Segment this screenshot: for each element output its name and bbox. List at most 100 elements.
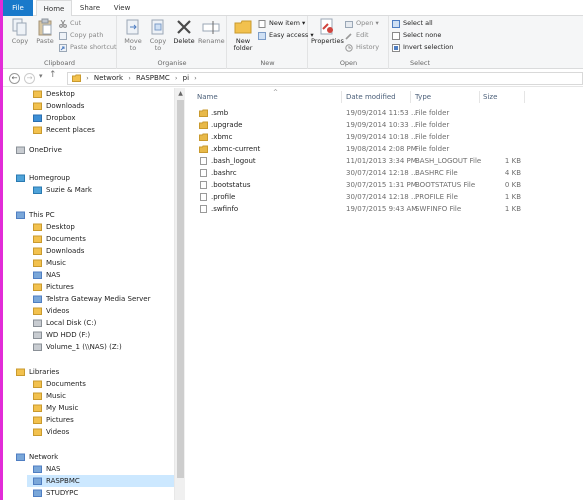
paste-button[interactable]: Paste [33, 18, 57, 45]
invert-selection-button[interactable]: Invert selection [392, 42, 453, 53]
navigation-scrollbar[interactable]: ▲ [174, 88, 185, 500]
history-button[interactable]: History [345, 42, 379, 53]
nav-item-label: WD HDD (F:) [46, 331, 91, 339]
properties-button[interactable]: Properties [311, 18, 344, 45]
file-name: .bash_logout [211, 157, 256, 165]
delete-button[interactable]: Delete [172, 18, 196, 45]
nav-item[interactable]: Music [27, 390, 174, 402]
column-divider[interactable] [341, 91, 342, 103]
nav-item-label: Libraries [29, 368, 60, 376]
nav-item[interactable]: Pictures [27, 414, 174, 426]
nav-item[interactable]: My Music [27, 402, 174, 414]
nav-item[interactable]: Libraries [10, 366, 174, 378]
nav-item[interactable]: Suzie & Mark [27, 184, 174, 196]
scroll-up-icon[interactable]: ▲ [175, 88, 186, 99]
nav-item[interactable]: Network [10, 451, 174, 463]
nav-item[interactable]: Telstra Gateway Media Server [27, 293, 174, 305]
file-row[interactable]: .xbmc-current 19/08/2014 2:08 PM File fold… [189, 143, 583, 155]
address-bar[interactable]: › Network › RASPBMC › pi › [67, 72, 583, 85]
file-row[interactable]: .profile 30/07/2014 12:18 ... PROFILE File… [189, 191, 583, 203]
easy-access-button[interactable]: Easy access ▾ [258, 30, 314, 41]
nav-item[interactable]: Music [27, 257, 174, 269]
move-to-button[interactable]: Move to [121, 18, 145, 52]
tab-home[interactable]: Home [36, 0, 72, 17]
nav-item[interactable]: Downloads [27, 100, 174, 112]
nav-item[interactable]: Desktop [27, 88, 174, 100]
copy-path-button[interactable]: Copy path [59, 30, 103, 41]
file-date-modified: 30/07/2015 1:31 PM [346, 181, 417, 189]
nav-item-label: Documents [46, 380, 86, 388]
up-button[interactable]: ↑ [49, 70, 57, 80]
file-row[interactable]: .bootstatus 30/07/2015 1:31 PM BOOTSTATUS … [189, 179, 583, 191]
nav-item[interactable]: Desktop [27, 221, 174, 233]
file-row[interactable]: .swfinfo 19/07/2015 9:43 AM SWFINFO File 1 … [189, 203, 583, 215]
videos-icon [33, 307, 42, 315]
nav-item[interactable]: OneDrive [10, 144, 174, 156]
file-row[interactable]: .bashrc 30/07/2014 12:18 ... BASHRC File 4 … [189, 167, 583, 179]
open-button[interactable]: Open ▾ [345, 18, 379, 29]
nav-item[interactable]: Volume_1 (\\NAS) (Z:) [27, 341, 174, 353]
file-row[interactable]: .upgrade 19/09/2014 10:33 ... File folder [189, 119, 583, 131]
paste-shortcut-button[interactable]: Paste shortcut [59, 42, 117, 53]
downloads-icon [33, 247, 42, 255]
column-header-type[interactable]: Type [415, 88, 479, 106]
column-divider[interactable] [524, 91, 525, 103]
nav-item-label: Telstra Gateway Media Server [46, 295, 151, 303]
nav-item[interactable]: Homegroup [10, 172, 174, 184]
rename-button[interactable]: Rename [198, 18, 225, 45]
cut-button[interactable]: Cut [59, 18, 81, 29]
nav-item[interactable]: WD HDD (F:) [27, 329, 174, 341]
nav-item[interactable]: Dropbox [27, 112, 174, 124]
tab-file[interactable]: File [3, 0, 33, 16]
forward-button[interactable]: → [24, 73, 35, 84]
music-icon [33, 404, 42, 412]
copy-to-button[interactable]: Copy to [146, 18, 170, 52]
nav-item[interactable]: Local Disk (C:) [27, 317, 174, 329]
nav-item[interactable]: NAS [27, 463, 174, 475]
tab-share[interactable]: Share [75, 0, 105, 16]
nav-item[interactable]: NAS [27, 269, 174, 281]
column-divider[interactable] [479, 91, 480, 103]
recent-locations-dropdown[interactable]: ▾ [39, 72, 43, 80]
nav-item-label: Local Disk (C:) [46, 319, 97, 327]
nav-item[interactable]: Documents [27, 233, 174, 245]
select-all-button[interactable]: Select all [392, 18, 433, 29]
tab-view[interactable]: View [107, 0, 137, 16]
nav-item-label: RASPBMC [46, 477, 80, 485]
chevron-down-icon: ▾ [39, 72, 43, 80]
breadcrumb-pi[interactable]: pi [183, 73, 189, 84]
nav-item[interactable]: STUDYPC [27, 487, 174, 499]
select-none-button[interactable]: Select none [392, 30, 441, 41]
nav-item-label: Recent places [46, 126, 95, 134]
ribbon-tab-bar: File Home Share View [3, 0, 583, 17]
column-header-name[interactable]: Name ^ [197, 88, 337, 106]
breadcrumb-network[interactable]: Network [94, 73, 123, 84]
breadcrumb-raspbmc[interactable]: RASPBMC [136, 73, 170, 84]
select-all-icon [392, 20, 400, 28]
column-header-date[interactable]: Date modified [346, 88, 410, 106]
column-divider[interactable] [410, 91, 411, 103]
edit-button[interactable]: Edit [345, 30, 369, 41]
clipboard-group-title: Clipboard [43, 59, 76, 67]
nav-item[interactable]: RASPBMC [27, 475, 174, 487]
nav-item[interactable]: Documents [27, 378, 174, 390]
new-folder-button[interactable]: New folder [230, 18, 256, 52]
scrollbar-thumb[interactable] [177, 100, 184, 478]
new-item-button[interactable]: New item ▾ [258, 18, 305, 29]
file-icon [200, 169, 207, 177]
file-row[interactable]: .xbmc 19/09/2014 10:18 ... File folder [189, 131, 583, 143]
nav-item[interactable]: This PC [10, 209, 174, 221]
nav-item[interactable]: Videos [27, 426, 174, 438]
nav-item[interactable]: Videos [27, 305, 174, 317]
copy-button[interactable]: Copy [8, 18, 32, 45]
folder-icon [199, 109, 208, 117]
file-size: 4 KB [504, 169, 521, 177]
new-group-title: New [260, 59, 275, 67]
nav-item[interactable]: Downloads [27, 245, 174, 257]
nav-item[interactable]: Pictures [27, 281, 174, 293]
column-header-size[interactable]: Size [483, 88, 523, 106]
file-row[interactable]: .bash_logout 11/01/2013 3:34 PM BASH_LOGOU… [189, 155, 583, 167]
back-button[interactable]: ← [9, 73, 20, 84]
nav-item[interactable]: Recent places [27, 124, 174, 136]
file-row[interactable]: .smb 19/09/2014 11:53 ... File folder [189, 107, 583, 119]
